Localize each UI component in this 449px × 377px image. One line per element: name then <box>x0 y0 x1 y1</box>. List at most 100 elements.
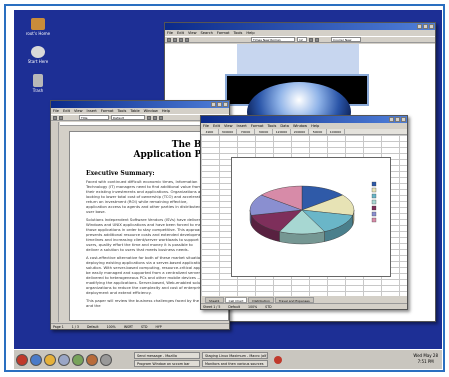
menu-item[interactable]: Tools <box>118 108 127 114</box>
underline-icon[interactable] <box>159 115 163 120</box>
cell[interactable]: 70000 <box>237 129 255 134</box>
browser-toolbar: Times New Roman 12 Courier New <box>165 36 435 43</box>
cell[interactable]: 4900 <box>201 129 219 134</box>
cell[interactable]: 120000 <box>273 129 291 134</box>
menu-item[interactable]: Help <box>162 108 170 114</box>
trash-icon <box>33 74 43 87</box>
status-pagecount: 1 / 3 <box>71 325 79 329</box>
spreadsheet-statusbar: Sheet 1 / 5 Default 100% STD <box>201 303 407 309</box>
font-name-field[interactable]: Times New Roman <box>251 37 295 42</box>
menu-item[interactable]: Window <box>144 108 158 114</box>
writer-statusbar: Page 1 1 / 3 Default 100% INSRT STD HYP <box>51 323 229 329</box>
writer-icon[interactable] <box>58 353 70 366</box>
calc-icon[interactable] <box>72 353 84 366</box>
task-button[interactable]: Staging Linux Maximum - Macro (alt) <box>202 352 268 359</box>
maximize-icon[interactable] <box>395 117 400 122</box>
desktop: root's Home Start Here Trash File Edit V… <box>14 10 442 369</box>
redhat-menu-icon[interactable] <box>16 353 28 366</box>
clock[interactable]: Wed May 28 7:51 PM <box>413 353 438 365</box>
legend-swatch <box>371 181 377 187</box>
desktop-icon-label: Start Here <box>27 59 49 64</box>
italic-icon[interactable] <box>153 115 157 120</box>
cell[interactable]: 100000 <box>327 129 345 134</box>
close-icon[interactable] <box>429 24 434 29</box>
legend-swatch <box>371 187 377 193</box>
task-button[interactable]: Program Window on sccom bar <box>134 360 200 367</box>
status-style: Default <box>86 325 99 329</box>
cell[interactable]: 300000 <box>219 129 237 134</box>
desktop-icon-label: Trash <box>32 88 44 93</box>
desktop-icon-start-here[interactable]: Start Here <box>18 46 58 64</box>
legend-swatch <box>371 211 377 217</box>
maximize-icon[interactable] <box>423 24 428 29</box>
browser-titlebar[interactable] <box>165 23 435 30</box>
legend-swatch <box>371 205 377 211</box>
legend-swatch <box>371 199 377 205</box>
desktop-icon-home[interactable]: root's Home <box>18 18 58 36</box>
cell[interactable]: 50000 <box>309 129 327 134</box>
menu-item[interactable]: Edit <box>63 108 70 114</box>
image-top-band <box>237 44 359 74</box>
bold-icon[interactable] <box>309 37 313 42</box>
sheet-grid[interactable] <box>201 135 407 296</box>
maximize-icon[interactable] <box>217 102 222 107</box>
clock-time: 7:51 PM <box>417 359 434 364</box>
paragraph-style-field[interactable]: Title <box>79 115 109 120</box>
writer-titlebar[interactable] <box>51 101 229 108</box>
printer-icon[interactable] <box>100 353 112 366</box>
notification-icon[interactable] <box>274 355 282 364</box>
menu-item[interactable]: View <box>188 30 197 36</box>
spreadsheet-window[interactable]: File Edit View Insert Format Tools Data … <box>200 115 408 310</box>
desktop-icon-label: root's Home <box>25 31 51 36</box>
close-icon[interactable] <box>223 102 228 107</box>
paragraph-1: Faced with continued difficult economic … <box>86 179 205 214</box>
menu-item[interactable]: Format <box>101 108 114 114</box>
status-page: Page 1 <box>53 325 64 329</box>
desktop-icon-trash[interactable]: Trash <box>18 74 58 93</box>
menu-item[interactable]: Help <box>246 30 254 36</box>
menu-item[interactable]: Search <box>201 30 213 36</box>
pie-chart <box>249 181 377 245</box>
status-std: STD <box>141 325 148 329</box>
minimize-icon[interactable] <box>389 117 394 122</box>
task-button[interactable]: Send message - Mozilla <box>134 352 200 359</box>
font-field[interactable]: Default <box>111 115 145 120</box>
menu-item[interactable]: Tools <box>234 30 243 36</box>
cell[interactable]: 30000 <box>255 129 273 134</box>
impress-icon[interactable] <box>86 353 98 366</box>
open-icon[interactable] <box>173 37 177 42</box>
close-icon[interactable] <box>401 117 406 122</box>
spreadsheet-titlebar[interactable] <box>201 116 407 123</box>
minimize-icon[interactable] <box>211 102 216 107</box>
open-icon[interactable] <box>59 115 63 120</box>
mozilla-icon[interactable] <box>30 353 42 366</box>
folder-home-icon <box>31 18 45 30</box>
font-size-field[interactable]: 12 <box>297 37 307 42</box>
task-button[interactable]: Monitors and then various sources <box>202 360 268 367</box>
new-icon[interactable] <box>167 37 171 42</box>
mail-icon[interactable] <box>44 353 56 366</box>
save-icon[interactable] <box>179 37 183 42</box>
writer-side-toolbar <box>51 122 59 322</box>
menu-item[interactable]: File <box>53 108 59 114</box>
menu-item[interactable]: View <box>74 108 83 114</box>
status-std: STD <box>265 305 272 309</box>
legend-swatch <box>371 193 377 199</box>
italic-icon[interactable] <box>315 37 319 42</box>
minimize-icon[interactable] <box>417 24 422 29</box>
paragraph-2: Solutions Independent Software Vendors (… <box>86 217 206 252</box>
status-zoom: 100% <box>248 305 258 309</box>
taskbar: Send message - Mozilla Staging Linux Max… <box>14 349 442 369</box>
menu-item[interactable]: Insert <box>87 108 97 114</box>
print-icon[interactable] <box>185 37 189 42</box>
new-icon[interactable] <box>53 115 57 120</box>
menu-item[interactable]: Format <box>217 30 230 36</box>
menu-item[interactable]: File <box>167 30 173 36</box>
style-field[interactable]: Courier New <box>331 37 361 42</box>
cell[interactable]: 200000 <box>291 129 309 134</box>
bold-icon[interactable] <box>147 115 151 120</box>
menu-item[interactable]: Table <box>130 108 139 114</box>
menu-item[interactable]: Edit <box>177 30 184 36</box>
start-here-icon <box>31 46 45 58</box>
chart-frame[interactable] <box>231 157 391 277</box>
